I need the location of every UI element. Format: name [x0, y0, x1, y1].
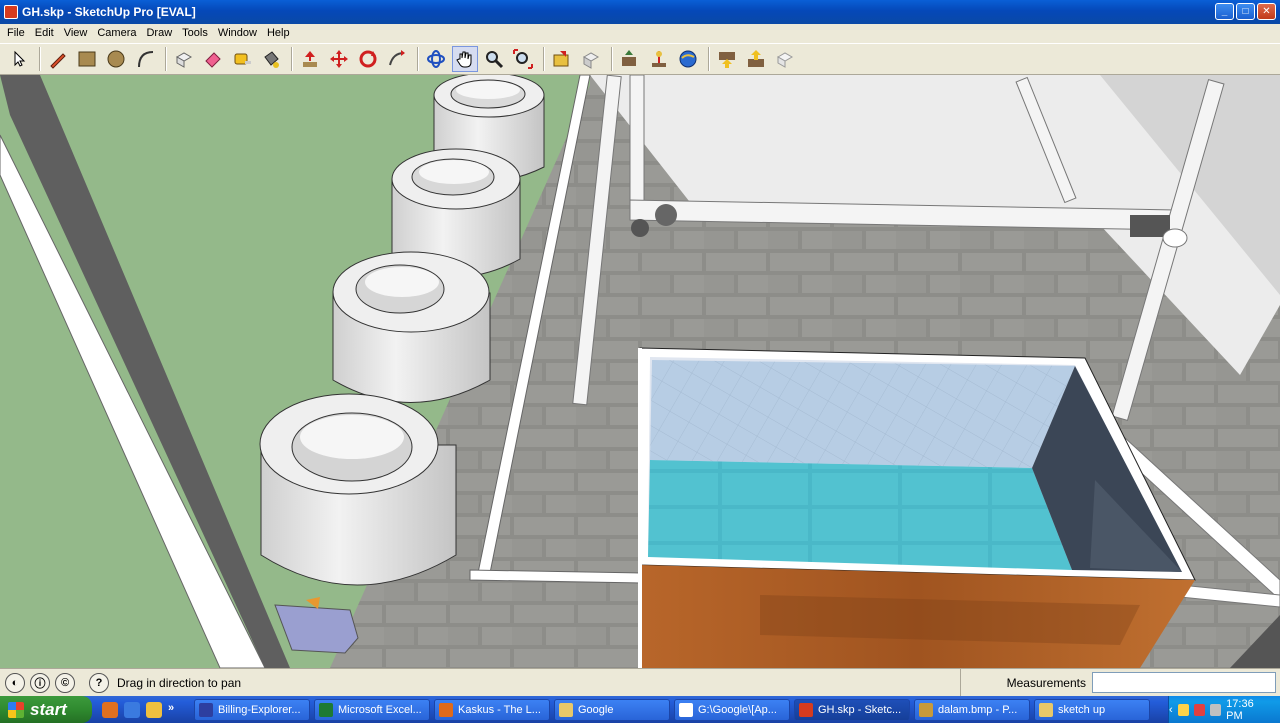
menu-view[interactable]: View	[59, 27, 93, 39]
menu-tools[interactable]: Tools	[177, 27, 213, 39]
title-bar: GH.skp - SketchUp Pro [EVAL] _ □ ✕	[0, 0, 1280, 24]
user-icon[interactable]: ©	[55, 672, 75, 693]
task-excel[interactable]: Microsoft Excel...	[314, 698, 430, 721]
tank-water	[648, 460, 1072, 570]
rotate-icon[interactable]	[355, 46, 381, 72]
menu-help[interactable]: Help	[262, 27, 295, 39]
tray-expand-arrow[interactable]: ‹	[1169, 704, 1173, 716]
get-models-icon[interactable]	[549, 46, 575, 72]
folder-icon	[1039, 702, 1053, 717]
share-component-icon[interactable]	[617, 46, 643, 72]
task-sketch-up-folder[interactable]: sketch up	[1034, 698, 1150, 721]
preview-icon[interactable]	[772, 46, 798, 72]
start-button[interactable]: start	[0, 696, 92, 723]
credits-icon[interactable]: ⓘ	[30, 672, 50, 693]
geo-location-icon[interactable]: ◐	[5, 672, 25, 693]
taskbar: start » Billing-Explorer... Microsoft Ex…	[0, 696, 1280, 723]
help-icon[interactable]: ?	[89, 672, 109, 693]
sketchup-icon	[799, 702, 813, 717]
menu-camera[interactable]: Camera	[92, 27, 141, 39]
task-paint[interactable]: dalam.bmp - P...	[914, 698, 1030, 721]
google-earth-icon[interactable]	[675, 46, 701, 72]
ie-icon[interactable]	[124, 701, 140, 718]
pot-1	[259, 393, 457, 586]
menu-bar: File Edit View Camera Draw Tools Window …	[0, 24, 1280, 42]
status-hint: Drag in direction to pan	[117, 675, 242, 690]
select-icon[interactable]	[6, 46, 32, 72]
sketchup-app-icon[interactable]	[4, 5, 18, 19]
export-icon[interactable]	[743, 46, 769, 72]
add-location-icon[interactable]	[646, 46, 672, 72]
menu-edit[interactable]: Edit	[30, 27, 59, 39]
paint-icon	[919, 702, 933, 717]
menu-draw[interactable]: Draw	[141, 27, 177, 39]
tape-measure-icon[interactable]	[229, 46, 255, 72]
folder-icon[interactable]	[146, 701, 162, 718]
push-pull-icon[interactable]	[297, 46, 323, 72]
tray-antivirus-icon[interactable]	[1193, 703, 1205, 716]
task-billing-explorer[interactable]: Billing-Explorer...	[194, 698, 310, 721]
clock: 17:36 PM	[1226, 697, 1254, 722]
quick-launch-more[interactable]: »	[168, 702, 174, 718]
circle-icon[interactable]	[103, 46, 129, 72]
window-title: GH.skp - SketchUp Pro [EVAL]	[22, 5, 196, 19]
tray-volume-icon[interactable]	[1210, 703, 1222, 716]
arc-icon[interactable]	[132, 46, 158, 72]
status-bar: ◐ ⓘ © ? Drag in direction to pan Measure…	[0, 668, 1280, 696]
firefox-icon	[439, 702, 453, 717]
zoom-icon[interactable]	[481, 46, 507, 72]
menu-file[interactable]: File	[2, 27, 30, 39]
folder-icon	[559, 702, 573, 717]
task-sketchup[interactable]: GH.skp - Sketc...	[794, 698, 910, 721]
task-google-folder[interactable]: Google	[554, 698, 670, 721]
follow-me-icon[interactable]	[384, 46, 410, 72]
billing-app-icon	[199, 702, 213, 717]
system-tray: ‹ 17:36 PM	[1168, 696, 1280, 723]
model-viewport[interactable]	[0, 75, 1280, 668]
rectangle-icon[interactable]	[74, 46, 100, 72]
windows-flag-icon	[8, 701, 24, 718]
pan-icon[interactable]	[452, 46, 478, 72]
close-button[interactable]: ✕	[1257, 3, 1276, 20]
quick-launch: »	[102, 701, 182, 718]
task-kaskus[interactable]: Kaskus - The L...	[434, 698, 550, 721]
main-toolbar	[0, 43, 1280, 75]
console-icon	[679, 702, 693, 717]
make-component-icon[interactable]	[171, 46, 197, 72]
measurements-input[interactable]	[1092, 672, 1276, 693]
task-google-path[interactable]: G:\Google\[Ap...	[674, 698, 790, 721]
paint-bucket-icon[interactable]	[258, 46, 284, 72]
zoom-extents-icon[interactable]	[510, 46, 536, 72]
excel-icon	[319, 702, 333, 717]
measurements-label: Measurements	[960, 669, 1090, 696]
import-icon[interactable]	[714, 46, 740, 72]
3d-scene[interactable]	[0, 75, 1280, 668]
maximize-button[interactable]: □	[1236, 3, 1255, 20]
start-label: start	[30, 699, 67, 719]
firefox-icon[interactable]	[102, 701, 118, 718]
menu-window[interactable]: Window	[213, 27, 262, 39]
share-model-icon[interactable]	[578, 46, 604, 72]
orbit-icon[interactable]	[423, 46, 449, 72]
eraser-icon[interactable]	[200, 46, 226, 72]
tray-network-icon[interactable]	[1177, 703, 1189, 716]
pot-2	[332, 251, 491, 403]
minimize-button[interactable]: _	[1215, 3, 1234, 20]
pencil-icon[interactable]	[45, 46, 71, 72]
move-icon[interactable]	[326, 46, 352, 72]
